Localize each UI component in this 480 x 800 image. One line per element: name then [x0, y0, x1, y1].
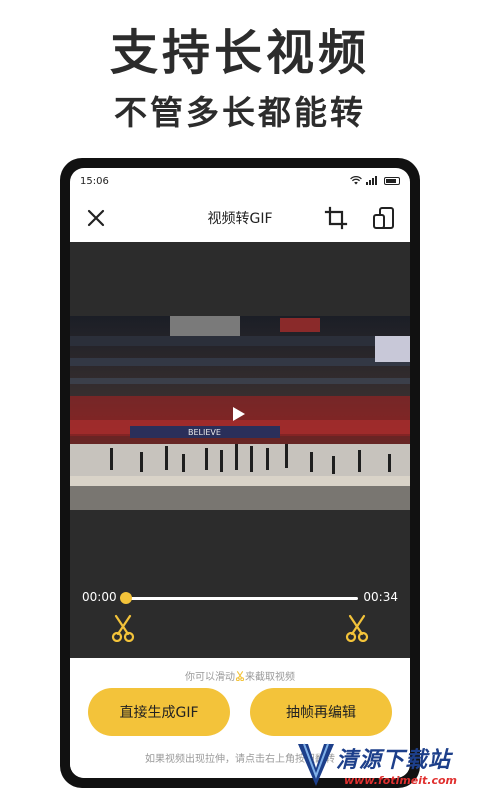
generate-gif-button[interactable]: 直接生成GIF — [88, 688, 230, 736]
end-time: 00:34 — [363, 590, 398, 604]
timeline-track[interactable] — [126, 597, 358, 600]
promo-title: 支持长视频 — [109, 25, 370, 81]
status-time: 15:06 — [80, 176, 109, 187]
mini-scissors-icon — [235, 671, 245, 681]
status-bar: 15:06 — [70, 168, 410, 194]
timeline-thumb[interactable] — [120, 592, 132, 604]
scissors-icon-end[interactable] — [344, 614, 370, 642]
toolbar-title: 视频转GIF — [207, 211, 273, 227]
watermark-text: 清源下载站 — [336, 748, 452, 773]
status-icons — [350, 176, 400, 185]
editor-area: BELIEVE 00:00 00:34 — [70, 242, 410, 658]
phone-screen: 15:06 视频转GIF BELIEVE 00:00 00:34 你可以滑动 来… — [70, 168, 410, 778]
trim-hint-prefix: 你可以滑动 — [185, 672, 235, 683]
crop-icon[interactable] — [324, 206, 348, 230]
trim-hint: 你可以滑动 来截取视频 — [70, 668, 410, 683]
arena-banner-text: BELIEVE — [188, 428, 221, 437]
scissors-icon-start[interactable] — [110, 614, 136, 642]
extract-frames-button[interactable]: 抽帧再编辑 — [250, 688, 392, 736]
wifi-icon — [350, 176, 362, 185]
watermark-logo-icon — [298, 743, 334, 786]
toolbar: 视频转GIF — [70, 194, 410, 242]
watermark: 清源下载站 www.fotimeit.com — [296, 738, 458, 794]
phone-frame: 15:06 视频转GIF BELIEVE 00:00 00:34 你可以滑动 来… — [60, 158, 420, 788]
watermark-url: www.fotimeit.com — [344, 774, 458, 787]
start-time: 00:00 — [82, 590, 117, 604]
aspect-ratio-icon[interactable] — [372, 206, 396, 230]
video-preview[interactable]: BELIEVE — [70, 316, 410, 510]
play-icon[interactable] — [232, 406, 246, 422]
promo-subtitle: 不管多长都能转 — [114, 93, 366, 132]
signal-icon — [366, 176, 377, 185]
battery-icon — [384, 176, 400, 185]
trim-hint-suffix: 来截取视频 — [245, 672, 295, 683]
